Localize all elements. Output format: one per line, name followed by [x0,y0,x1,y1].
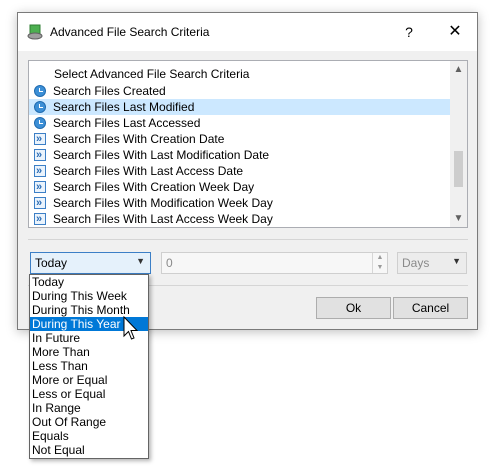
date-arrow-icon [34,163,46,179]
spin-up-icon[interactable]: ▲ [373,253,387,263]
unit-value: Days [402,256,430,270]
spin-down-icon[interactable]: ▼ [373,263,387,273]
criteria-item-label: Search Files With Last Modification Date [53,148,270,162]
app-icon [27,24,43,40]
unit-combobox[interactable]: Days ▼ [397,252,467,274]
chevron-down-icon: ▼ [452,256,461,266]
dropdown-option[interactable]: During This Week [30,289,148,303]
title-bar: Advanced File Search Criteria ? ✕ [18,13,477,51]
criteria-item[interactable]: Search Files With Creation Date [29,131,450,147]
criteria-item[interactable]: Search Files With Last Access Date [29,163,450,179]
condition-dropdown-list[interactable]: Today During This Week During This Month Du… [29,274,149,459]
scroll-up-button[interactable]: ▲ [450,61,467,78]
dropdown-option[interactable]: Less Than [30,359,148,373]
close-button[interactable]: ✕ [433,13,477,51]
clock-icon [34,85,46,97]
dropdown-option[interactable]: More or Equal [30,373,148,387]
criteria-item[interactable]: Search Files Created [29,83,450,99]
criteria-item[interactable]: Search Files With Last Access Week Day [29,211,450,227]
mouse-cursor-icon [123,316,139,340]
date-arrow-icon [34,211,46,227]
amount-value: 0 [166,256,173,270]
list-header: Select Advanced File Search Criteria [54,67,250,81]
clock-icon [34,101,46,113]
criteria-item[interactable]: Search Files Last Modified [29,99,450,115]
vertical-scrollbar[interactable]: ▲ ▼ [450,61,467,227]
criteria-item-label: Search Files Created [53,84,166,98]
cancel-button[interactable]: Cancel [393,297,468,319]
help-button[interactable]: ? [387,13,431,51]
spin-buttons[interactable]: ▲ ▼ [372,253,387,273]
ok-button[interactable]: Ok [316,297,391,319]
date-arrow-icon [34,195,46,211]
dropdown-option[interactable]: During This Month [30,303,148,317]
condition-combobox[interactable]: Today ▼ [30,252,151,274]
date-arrow-icon [34,131,46,147]
criteria-item-label: Search Files With Modification Week Day [53,196,273,210]
criteria-item[interactable]: Search Files With Last Modification Date [29,147,450,163]
condition-value: Today [35,256,68,270]
criteria-item-label: Search Files With Creation Week Day [53,180,255,194]
criteria-item-label: Search Files With Last Access Week Day [53,212,273,226]
dropdown-option[interactable]: Not Equal [30,443,148,457]
criteria-item-label: Search Files Last Modified [53,100,195,114]
criteria-item[interactable]: Search Files With Creation Week Day [29,179,450,195]
dropdown-option[interactable]: Out Of Range [30,415,148,429]
dropdown-option[interactable]: Less or Equal [30,387,148,401]
clock-icon [34,117,46,129]
amount-spinbox[interactable]: 0 ▲ ▼ [161,252,388,274]
separator [28,239,468,240]
dropdown-option[interactable]: More Than [30,345,148,359]
scroll-thumb[interactable] [454,151,463,187]
window-title: Advanced File Search Criteria [50,25,210,39]
criteria-list[interactable]: Select Advanced File Search Criteria Sea… [28,60,468,228]
dropdown-option[interactable]: Today [30,275,148,289]
criteria-item-label: Search Files With Creation Date [53,132,225,146]
dropdown-option[interactable]: In Range [30,401,148,415]
dropdown-option[interactable]: Equals [30,429,148,443]
scroll-down-button[interactable]: ▼ [450,210,467,227]
criteria-item-label: Search Files With Last Access Date [53,164,244,178]
date-arrow-icon [34,179,46,195]
date-arrow-icon [34,147,46,163]
criteria-item[interactable]: Search Files With Modification Week Day [29,195,450,211]
chevron-down-icon: ▼ [136,256,145,266]
criteria-item-label: Search Files Last Accessed [53,116,201,130]
criteria-item[interactable]: Search Files Last Accessed [29,115,450,131]
criteria-rows: Search Files Created Search Files Last Mo… [29,83,450,227]
